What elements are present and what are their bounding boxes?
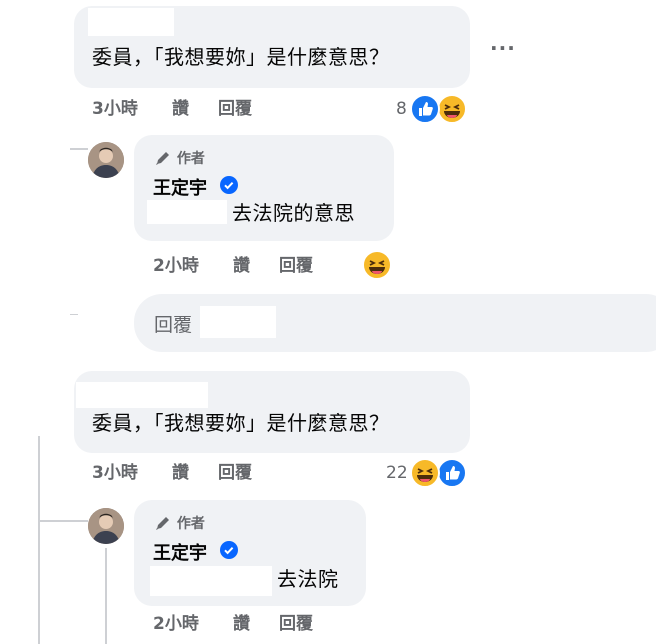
divider xyxy=(70,314,78,315)
verified-badge-icon xyxy=(220,176,238,194)
reply-actions: 2小時 讚 回覆 xyxy=(153,255,353,277)
comment-time[interactable]: 3小時 xyxy=(92,462,138,484)
reply-button[interactable]: 回覆 xyxy=(218,98,252,120)
redacted-mention xyxy=(147,200,227,224)
redacted-commenter-name xyxy=(88,8,174,36)
verified-badge-icon xyxy=(220,541,238,559)
thread-line xyxy=(105,548,107,644)
reply-button[interactable]: 回覆 xyxy=(279,613,313,635)
haha-icon[interactable] xyxy=(410,458,440,488)
more-options-button[interactable]: ··· xyxy=(490,36,516,60)
comment-actions: 3小時 讚 回覆 xyxy=(92,98,292,120)
reaction-count[interactable]: 22 xyxy=(386,462,408,484)
comment-time[interactable]: 3小時 xyxy=(92,98,138,120)
avatar[interactable] xyxy=(88,142,124,178)
reply-button[interactable]: 回覆 xyxy=(218,462,252,484)
like-icon[interactable] xyxy=(410,94,440,124)
like-button[interactable]: 讚 xyxy=(233,613,250,635)
haha-icon[interactable] xyxy=(437,94,467,124)
comment-text: 委員，「我想要妳」是什麼意思？ xyxy=(92,411,390,435)
like-icon[interactable] xyxy=(437,458,467,488)
like-button[interactable]: 讚 xyxy=(172,98,189,120)
pencil-icon xyxy=(154,515,172,531)
author-name[interactable]: 王定宇 xyxy=(153,539,207,565)
reaction-count[interactable]: 8 xyxy=(396,98,407,120)
thread-connector xyxy=(70,148,88,150)
like-button[interactable]: 讚 xyxy=(172,462,189,484)
redacted-commenter-name xyxy=(76,382,208,408)
comment-text: 委員，「我想要妳」是什麼意思？ xyxy=(92,45,390,69)
author-badge: 作者 xyxy=(154,148,205,168)
pencil-icon xyxy=(154,150,172,166)
thread-line xyxy=(38,436,40,644)
reply-input-placeholder: 回覆 xyxy=(154,314,193,336)
author-name[interactable]: 王定宇 xyxy=(153,174,207,200)
reply-time[interactable]: 2小時 xyxy=(153,255,199,277)
reply-button[interactable]: 回覆 xyxy=(279,255,313,277)
like-button[interactable]: 讚 xyxy=(233,255,250,277)
reply-text: 去法院的意思 xyxy=(232,201,355,225)
haha-icon[interactable] xyxy=(362,250,392,280)
thread-connector xyxy=(38,520,88,522)
avatar[interactable] xyxy=(88,508,124,544)
redacted-mention xyxy=(150,566,272,596)
reply-text: 去法院 xyxy=(277,567,339,591)
comment-actions: 3小時 讚 回覆 xyxy=(92,462,292,484)
author-badge: 作者 xyxy=(154,513,205,533)
redacted-reply-target xyxy=(200,306,276,338)
reply-actions: 2小時 讚 回覆 xyxy=(153,613,353,635)
reply-time[interactable]: 2小時 xyxy=(153,613,199,635)
